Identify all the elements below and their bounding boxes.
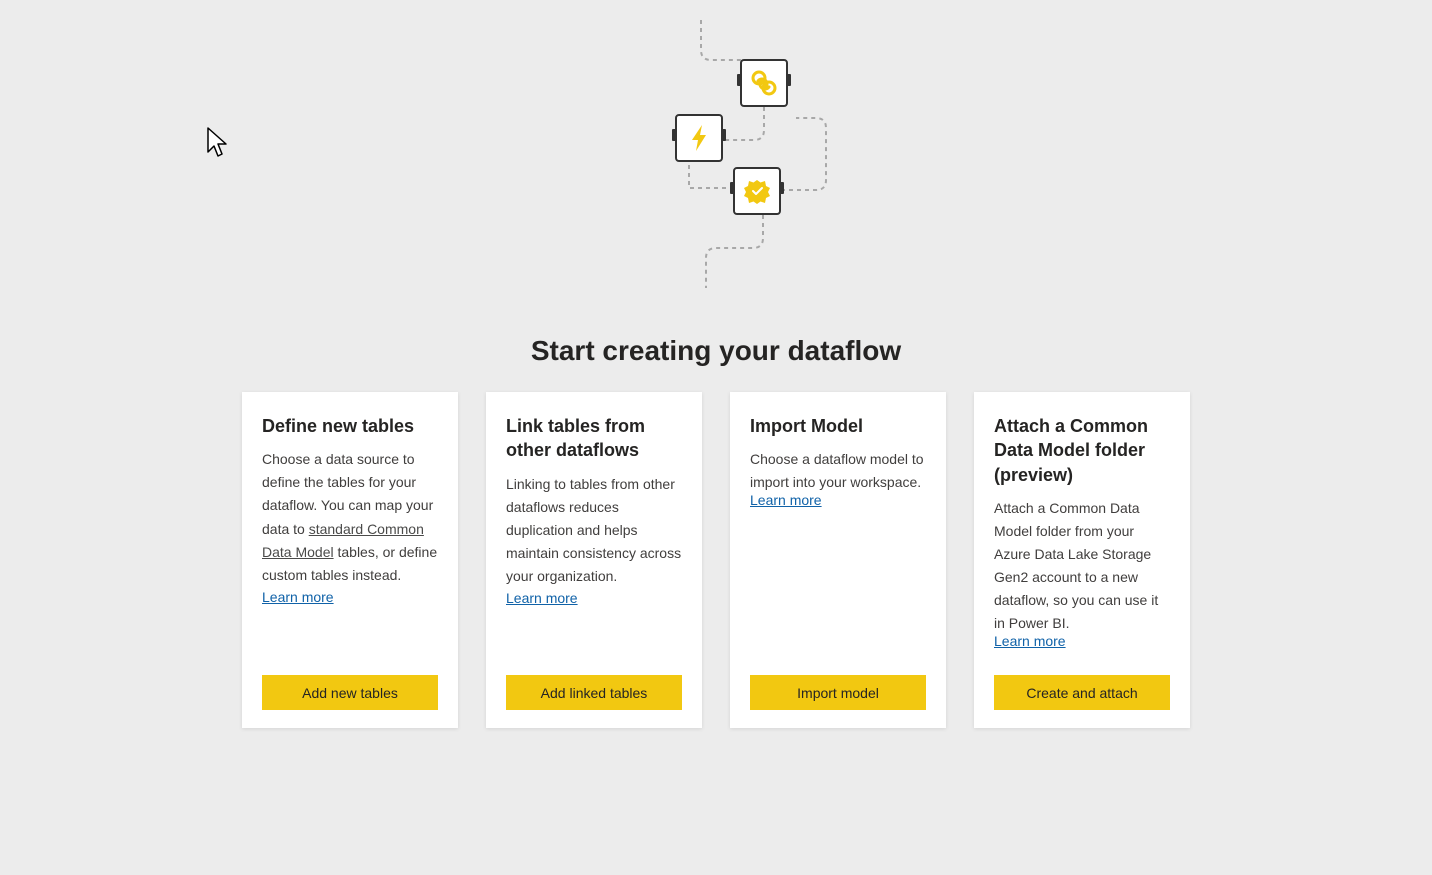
add-linked-tables-button[interactable]: Add linked tables (506, 675, 682, 710)
card-title: Link tables from other dataflows (506, 414, 682, 463)
card-import-model: Import Model Choose a dataflow model to … (730, 392, 946, 728)
learn-more-link[interactable]: Learn more (750, 492, 926, 508)
dataflow-hero-illustration (516, 20, 916, 300)
import-model-button[interactable]: Import model (750, 675, 926, 710)
add-new-tables-button[interactable]: Add new tables (262, 675, 438, 710)
create-and-attach-button[interactable]: Create and attach (994, 675, 1170, 710)
page-title: Start creating your dataflow (0, 335, 1432, 367)
card-description: Choose a dataflow model to import into y… (750, 448, 926, 494)
card-title: Define new tables (262, 414, 438, 438)
card-title: Attach a Common Data Model folder (previ… (994, 414, 1170, 487)
card-define-new-tables: Define new tables Choose a data source t… (242, 392, 458, 728)
learn-more-link[interactable]: Learn more (506, 590, 682, 606)
card-title: Import Model (750, 414, 926, 438)
card-description: Linking to tables from other dataflows r… (506, 473, 682, 588)
mouse-cursor-icon (206, 126, 232, 160)
card-attach-cdm-folder: Attach a Common Data Model folder (previ… (974, 392, 1190, 728)
learn-more-link[interactable]: Learn more (262, 589, 438, 605)
cards-container: Define new tables Choose a data source t… (242, 392, 1190, 728)
card-description: Choose a data source to define the table… (262, 448, 438, 587)
card-description: Attach a Common Data Model folder from y… (994, 497, 1170, 636)
card-link-tables: Link tables from other dataflows Linking… (486, 392, 702, 728)
learn-more-link[interactable]: Learn more (994, 633, 1170, 649)
